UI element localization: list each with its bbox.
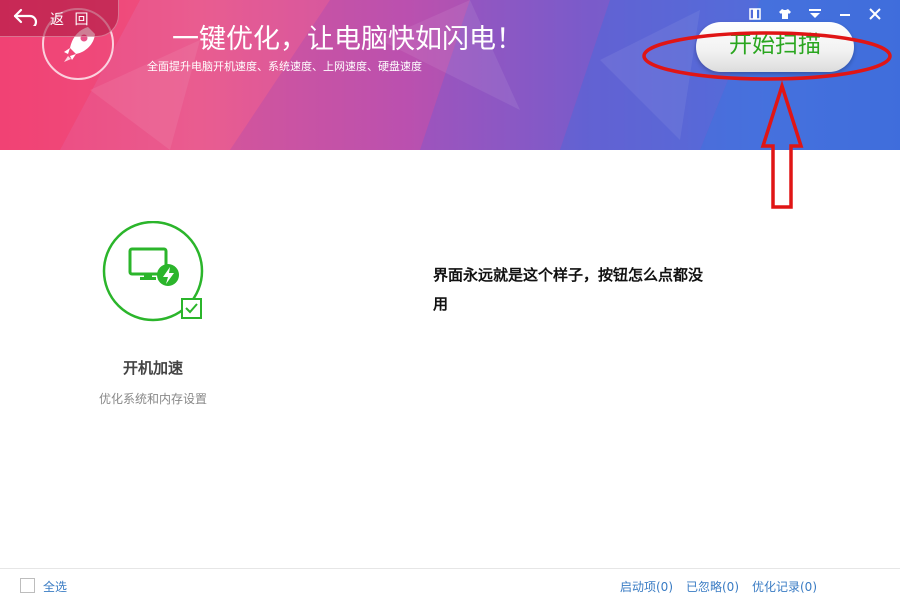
footer-bar: 全选 启动项(0) 已忽略(0) 优化记录(0): [0, 568, 900, 601]
annotation-note: 界面永远就是这个样子，按钮怎么点都没用: [433, 266, 704, 313]
window-controls: [740, 6, 890, 22]
close-icon[interactable]: [860, 6, 890, 22]
feature-title: 开机加速: [122, 359, 183, 377]
menu-icon[interactable]: [800, 6, 830, 22]
banner-headline: 一键优化，让电脑快如闪电！: [172, 24, 523, 55]
startup-items-link[interactable]: 启动项(0): [620, 578, 673, 595]
boot-accelerate-icon: [102, 221, 204, 322]
ignored-items-link[interactable]: 已忽略(0): [686, 578, 739, 595]
banner-subline: 全面提升电脑开机速度、系统速度、上网速度、硬盘速度: [147, 60, 422, 73]
minimize-icon[interactable]: [830, 6, 860, 22]
feature-description: 优化系统和内存设置: [98, 392, 207, 406]
start-scan-button[interactable]: 开始扫描: [696, 22, 854, 72]
back-button[interactable]: 返 回: [0, 0, 119, 37]
back-arrow-icon: [13, 8, 38, 26]
select-all-checkbox[interactable]: [20, 578, 35, 593]
shirt-icon[interactable]: [770, 6, 800, 22]
film-icon[interactable]: [740, 6, 770, 22]
back-label: 返 回: [50, 12, 92, 28]
select-all-label[interactable]: 全选: [43, 578, 67, 595]
header-banner: 一键优化，让电脑快如闪电！ 全面提升电脑开机速度、系统速度、上网速度、硬盘速度 …: [0, 0, 900, 150]
optimize-history-link[interactable]: 优化记录(0): [752, 578, 817, 595]
